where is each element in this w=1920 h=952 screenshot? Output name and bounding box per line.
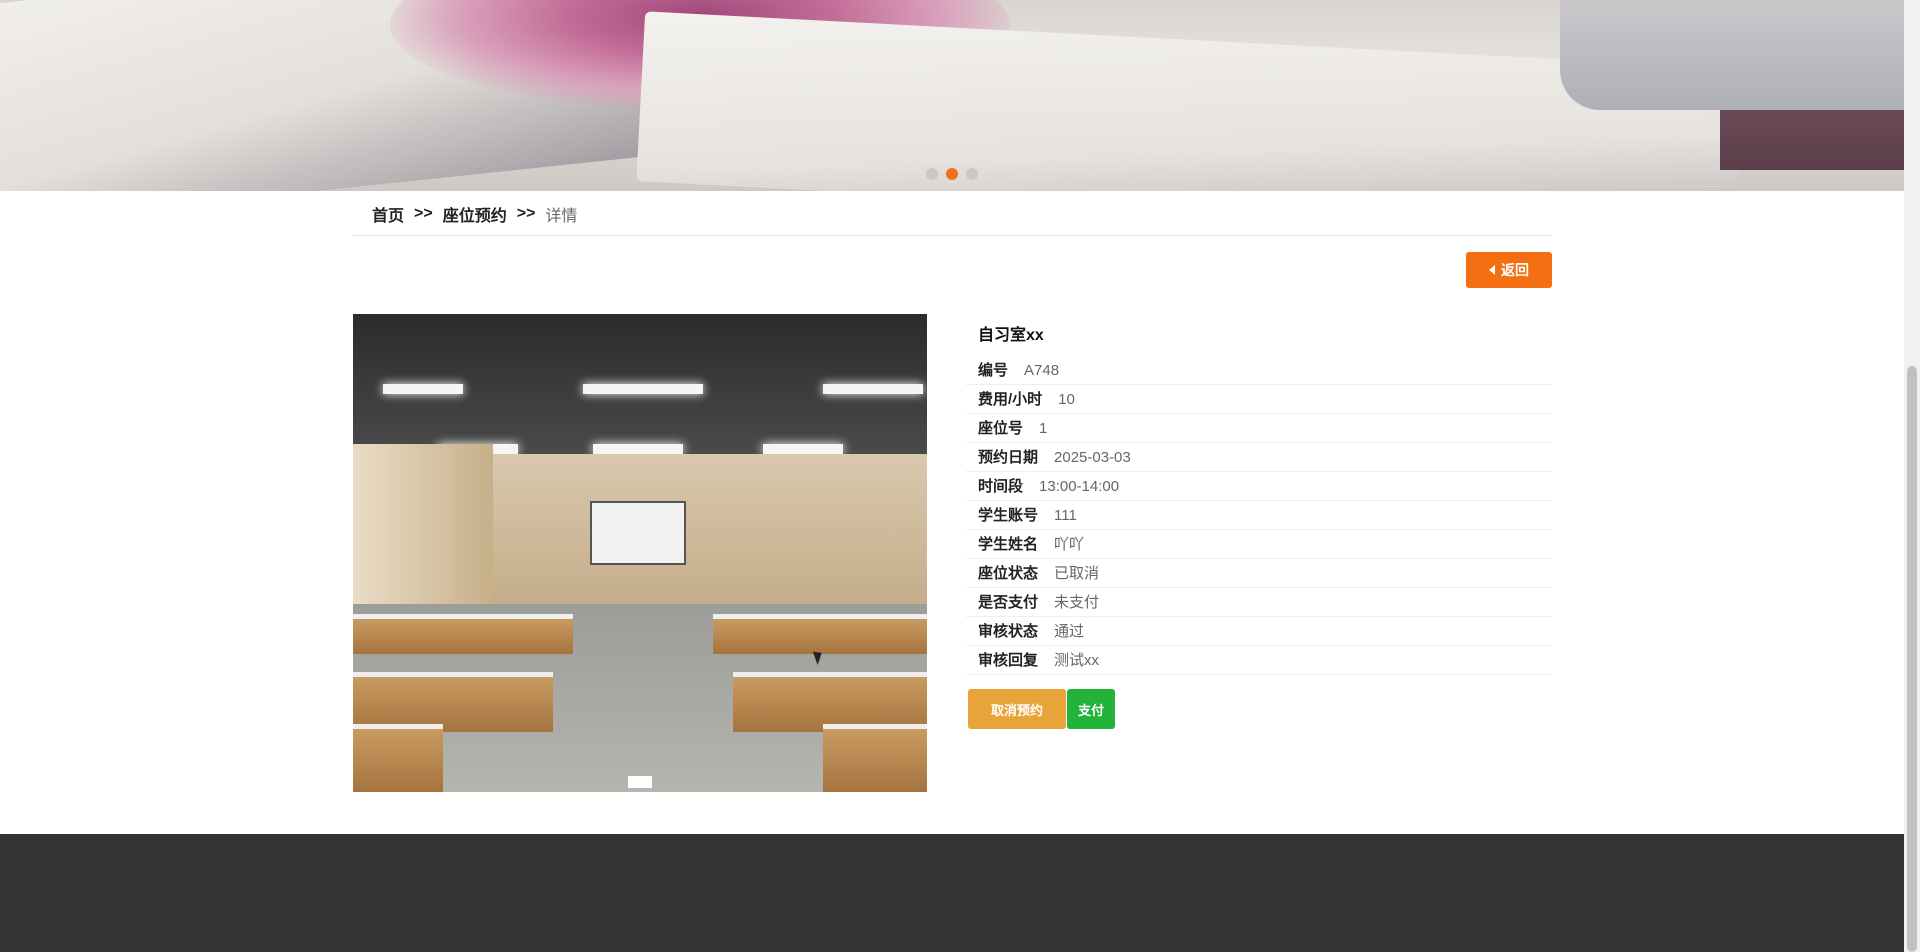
field-label: 审核回复	[978, 652, 1039, 669]
breadcrumb-separator: >>	[516, 204, 536, 222]
field-value: 测试xx	[1054, 652, 1100, 669]
detail-row: 费用/小时 10	[966, 385, 1552, 414]
scrollbar-thumb[interactable]	[1907, 366, 1917, 952]
page-scrollbar[interactable]	[1904, 0, 1920, 952]
detail-row: 编号 A748	[966, 356, 1552, 385]
field-value: 13:00-14:00	[1039, 478, 1120, 495]
field-label: 是否支付	[978, 594, 1039, 611]
carousel-dot-2[interactable]	[946, 168, 958, 180]
field-value: 10	[1058, 391, 1075, 408]
breadcrumb-current: 详情	[545, 207, 578, 225]
breadcrumb-separator: >>	[414, 204, 433, 222]
breadcrumb-home-link[interactable]: 首页	[372, 202, 404, 226]
field-label: 学生账号	[978, 507, 1039, 524]
breadcrumb-section-link[interactable]: 座位预约	[443, 202, 507, 226]
banner-image-cup	[1560, 0, 1904, 110]
detail-row: 时间段 13:00-14:00	[966, 472, 1552, 501]
field-value: 已取消	[1054, 565, 1100, 582]
footer	[0, 834, 1904, 952]
carousel-dot-3[interactable]	[966, 168, 978, 180]
banner-image-book-edge	[1720, 100, 1904, 170]
banner-carousel	[0, 0, 1904, 191]
detail-panel: 自习室xx 编号 A748 费用/小时 10 座位号 1 预约日期 2025-0…	[966, 316, 1552, 675]
detail-row: 学生姓名 吖吖	[966, 530, 1552, 559]
image-indicator	[628, 776, 652, 788]
detail-row: 是否支付 未支付	[966, 588, 1552, 617]
carousel-dot-1[interactable]	[926, 168, 938, 180]
detail-row: 学生账号 111	[966, 501, 1552, 530]
field-value: 111	[1054, 507, 1077, 524]
field-value: A748	[1024, 362, 1060, 379]
projector-screen	[590, 501, 686, 565]
field-value: 1	[1039, 420, 1048, 437]
action-buttons: 取消预约 支付	[968, 689, 1115, 729]
back-button-label: 返回	[1501, 262, 1529, 278]
field-label: 预约日期	[978, 449, 1039, 466]
caret-left-icon	[1489, 265, 1495, 275]
field-label: 费用/小时	[978, 391, 1043, 408]
carousel-dots	[926, 168, 978, 180]
field-label: 座位号	[978, 420, 1024, 437]
field-label: 审核状态	[978, 623, 1039, 640]
field-value: 通过	[1054, 623, 1085, 640]
detail-row: 审核回复 测试xx	[966, 646, 1552, 675]
field-value: 吖吖	[1054, 536, 1085, 553]
detail-row: 审核状态 通过	[966, 617, 1552, 646]
field-label: 时间段	[978, 478, 1024, 495]
detail-row: 座位状态 已取消	[966, 559, 1552, 588]
pay-button[interactable]: 支付	[1067, 689, 1115, 729]
cancel-reservation-button[interactable]: 取消预约	[968, 689, 1066, 729]
room-image	[353, 314, 927, 792]
back-button[interactable]: 返回	[1466, 252, 1552, 288]
field-label: 编号	[978, 362, 1009, 379]
room-title: 自习室xx	[978, 327, 1044, 344]
field-label: 学生姓名	[978, 536, 1039, 553]
field-value: 2025-03-03	[1054, 449, 1131, 466]
field-value: 未支付	[1054, 594, 1100, 611]
detail-row: 预约日期 2025-03-03	[966, 443, 1552, 472]
breadcrumb: 首页 >> 座位预约 >> 详情	[352, 192, 1552, 236]
detail-row: 座位号 1	[966, 414, 1552, 443]
field-label: 座位状态	[978, 565, 1039, 582]
